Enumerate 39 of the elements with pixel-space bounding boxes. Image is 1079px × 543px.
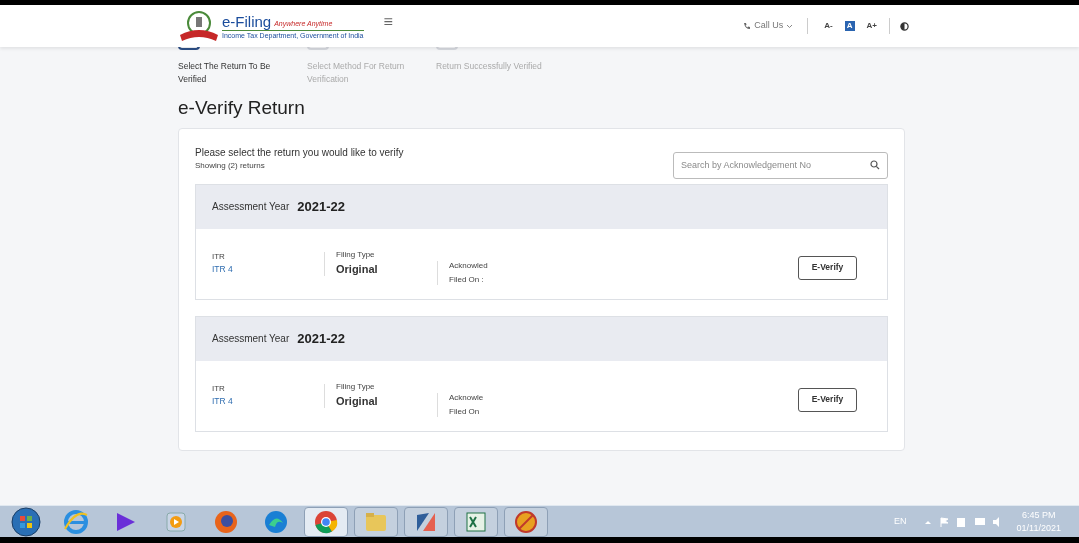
returns-count: Showing (2) returns [195,160,266,172]
step-label: Select The Return To Be Verified [178,60,272,86]
menu-button[interactable]: ≡ [383,10,393,34]
call-us-button[interactable]: Call Us [743,19,794,33]
itr-label: ITR [212,251,226,264]
logo-title: e-Filing [222,13,272,29]
filing-type: Original [336,262,379,278]
chevron-down-icon [786,23,794,29]
e-verify-button[interactable]: E-Verify [798,255,857,280]
wave-browser-icon[interactable] [263,508,289,535]
itr-label: ITR [212,383,226,396]
instruction-text: Please select the return you would like to verify [195,146,404,160]
itr-link[interactable]: ITR 4 [212,263,324,276]
acknowledgement-label: Acknowle [449,391,484,404]
blocked-icon[interactable] [513,508,539,535]
assessment-year-label: Assessment Year [212,200,290,214]
filing-type-label: Filing Type [336,249,376,262]
search-icon[interactable] [870,159,880,170]
itr-link[interactable]: ITR 4 [212,395,324,408]
step-label: Return Successfully Verified [436,60,543,73]
acknowledgement-label: Acknowled [449,259,488,272]
search-field[interactable]: Search by Acknowledgement No [673,151,888,179]
assessment-year-label: Assessment Year [212,332,290,346]
font-size-button[interactable]: A- [822,21,835,31]
step-label: Select Method For Return Verification [307,60,406,86]
start-button[interactable] [11,506,41,537]
font-size-button[interactable]: A [844,21,855,31]
assessment-year: 2021-22 [297,197,345,216]
e-verify-button[interactable]: E-Verify [798,387,857,412]
emblem-logo [178,9,220,43]
filing-type-label: Filing Type [336,381,376,394]
font-size-button[interactable]: A+ [864,21,879,31]
filed-on-label: Filed On : [449,273,485,286]
filing-type: Original [336,394,379,410]
filed-on-label: Filed On [449,405,481,418]
phone-icon [743,22,752,30]
contrast-icon[interactable] [900,21,909,31]
page-title: e-Verify Return [177,96,306,120]
assessment-year: 2021-22 [297,329,345,348]
